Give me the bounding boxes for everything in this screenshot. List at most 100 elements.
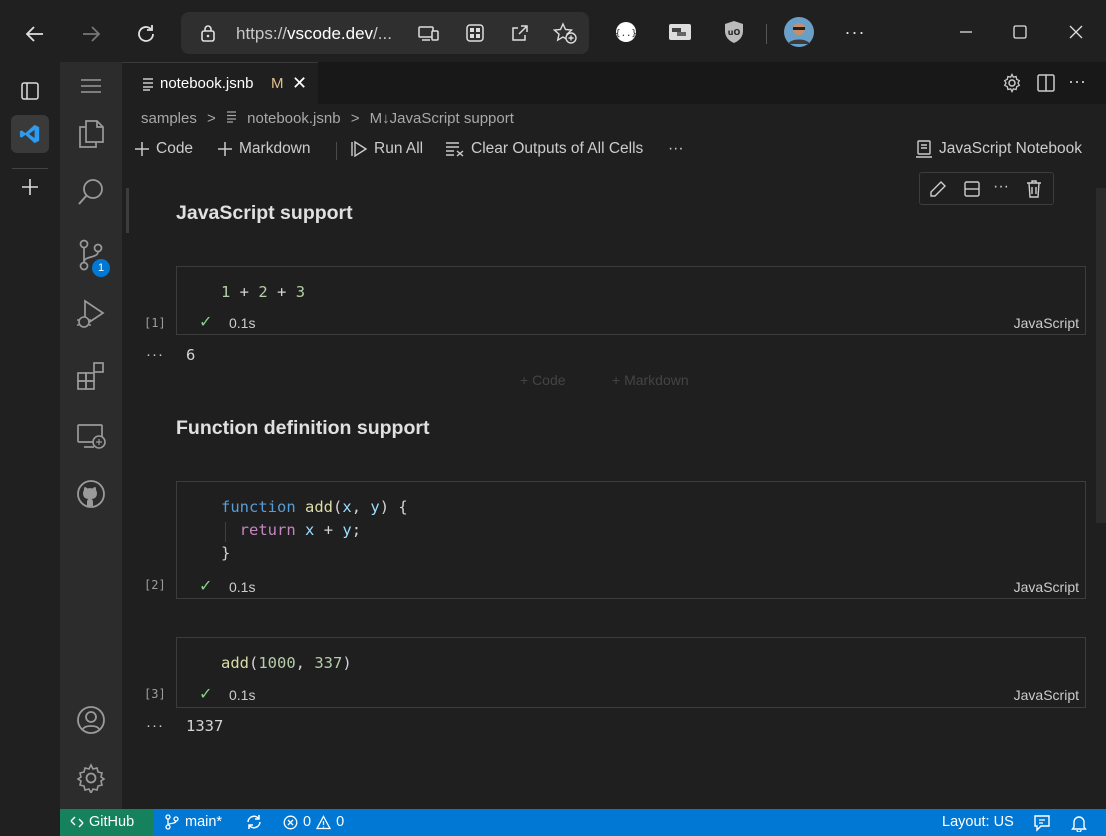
files-icon (79, 120, 104, 148)
grid-icon[interactable] (465, 23, 485, 43)
share-icon[interactable] (511, 24, 529, 42)
execution-time: 0.1s (229, 579, 256, 595)
refresh-icon (138, 25, 154, 42)
add-markdown-label: Markdown (239, 140, 311, 157)
sidebar-toggle-icon[interactable] (20, 81, 40, 101)
add-markdown-cell-button[interactable]: Markdown (217, 140, 311, 158)
code-cell-1[interactable]: 1 + 2 + 3 ✓ 0.1s JavaScript (176, 266, 1086, 335)
execution-time: 0.1s (229, 315, 256, 331)
browser-titlebar: https://vscode.dev/... {..} uO ··· (0, 0, 1106, 62)
editor-more-icon[interactable]: ··· (1068, 71, 1086, 92)
app-available-icon[interactable] (418, 24, 440, 42)
code-line: } (221, 544, 231, 562)
markdown-heading-2[interactable]: Function definition support (176, 417, 429, 440)
vscode-tab-button[interactable] (11, 115, 49, 153)
clear-outputs-label: Clear Outputs of All Cells (471, 140, 644, 157)
github-button[interactable] (60, 470, 122, 518)
menu-button[interactable] (60, 62, 122, 110)
problems-indicator[interactable]: 0 0 (283, 814, 344, 830)
tab-label: notebook.jsnb (160, 75, 254, 92)
json-extension-button[interactable]: {..} (610, 16, 642, 48)
edit-pencil-icon[interactable] (929, 180, 947, 198)
code-cell-3[interactable]: add(1000, 337) ✓ 0.1s JavaScript (176, 637, 1086, 708)
remote-explorer-button[interactable] (60, 412, 122, 460)
url-text: https://vscode.dev/... (236, 24, 392, 43)
insert-markdown-button[interactable]: + Markdown (612, 372, 689, 388)
ublock-button[interactable]: uO (718, 16, 750, 48)
minimize-icon (960, 31, 972, 33)
markdown-heading-1[interactable]: JavaScript support (176, 202, 353, 225)
activity-bar: 1 (60, 62, 122, 809)
manage-button[interactable] (60, 754, 122, 802)
output-more-icon[interactable]: ··· (146, 717, 164, 734)
cell-language[interactable]: JavaScript (1014, 687, 1079, 703)
breadcrumb-file[interactable]: notebook.jsnb (247, 110, 340, 127)
notebook-toolbar: Code Markdown Run All Clear Outputs of A… (122, 136, 1106, 164)
tab-close-button[interactable]: ✕ (292, 73, 307, 94)
add-icon[interactable] (20, 177, 40, 197)
strip-divider (12, 168, 48, 169)
explorer-button[interactable] (60, 110, 122, 158)
favorites-icon[interactable] (553, 22, 577, 44)
success-check-icon: ✓ (199, 686, 213, 703)
maximize-icon (1013, 25, 1027, 39)
accounts-button[interactable] (60, 696, 122, 744)
kernel-picker[interactable]: JavaScript Notebook (915, 140, 1082, 158)
source-control-button[interactable]: 1 (60, 231, 122, 279)
profile-avatar[interactable] (783, 16, 815, 48)
sync-icon (247, 815, 261, 829)
extensions-icon (77, 362, 104, 390)
forward-button[interactable] (73, 16, 109, 52)
more-button[interactable]: ··· (839, 16, 871, 48)
sync-button[interactable] (245, 814, 263, 830)
maximize-button[interactable] (1004, 16, 1036, 48)
run-all-label: Run All (374, 140, 424, 157)
add-code-cell-button[interactable]: Code (134, 140, 193, 158)
insert-code-button[interactable]: + Code (520, 372, 566, 388)
svg-text:uO: uO (728, 28, 741, 37)
tab-notebook[interactable]: notebook.jsnb M ✕ (122, 62, 318, 104)
remote-indicator[interactable]: GitHub (60, 809, 153, 836)
search-button[interactable] (60, 168, 122, 216)
notebook-file-icon (226, 111, 236, 123)
address-bar[interactable]: https://vscode.dev/... (181, 12, 589, 54)
delete-trash-icon[interactable] (1025, 179, 1043, 199)
breadcrumb-cell[interactable]: M↓JavaScript support (370, 110, 514, 127)
run-all-button[interactable]: Run All (350, 140, 423, 158)
refresh-button[interactable] (128, 16, 164, 52)
feedback-button[interactable] (1033, 814, 1051, 832)
clear-all-icon (446, 142, 464, 157)
execution-count: [3] (144, 687, 166, 701)
keyboard-layout[interactable]: Layout: US (942, 814, 1014, 830)
code-cell-2[interactable]: function add(x, y) { return x + y; } ✓ 0… (176, 481, 1086, 599)
close-window-button[interactable] (1060, 16, 1092, 48)
run-all-icon (351, 140, 368, 158)
window-extension-button[interactable] (664, 16, 696, 48)
split-cell-icon[interactable] (963, 180, 981, 198)
svg-text:{..}: {..} (615, 29, 637, 39)
branch-indicator[interactable]: main* (164, 814, 222, 830)
plus-icon (135, 142, 149, 156)
cell-more-icon[interactable]: ··· (993, 178, 1009, 196)
toolbar-more-button[interactable]: ··· (668, 140, 684, 158)
run-debug-button[interactable] (60, 290, 122, 338)
notifications-button[interactable] (1071, 814, 1087, 832)
output-more-icon[interactable]: ··· (146, 346, 164, 363)
kernel-icon (916, 140, 932, 158)
extensions-button[interactable] (60, 352, 122, 400)
success-check-icon: ✓ (199, 578, 213, 595)
execution-time: 0.1s (229, 687, 256, 703)
back-button[interactable] (17, 16, 53, 52)
scrollbar[interactable] (1096, 188, 1106, 523)
cell-language[interactable]: JavaScript (1014, 579, 1079, 595)
split-editor-icon[interactable] (1036, 73, 1056, 93)
minimize-button[interactable] (950, 16, 982, 48)
settings-icon[interactable] (1002, 73, 1022, 93)
forward-icon (83, 26, 101, 42)
clear-outputs-button[interactable]: Clear Outputs of All Cells (445, 140, 643, 158)
more-icon: ··· (844, 21, 866, 42)
github-icon (77, 480, 105, 508)
breadcrumb-samples[interactable]: samples (141, 110, 197, 127)
remote-label: GitHub (89, 814, 135, 830)
cell-language[interactable]: JavaScript (1014, 315, 1079, 331)
